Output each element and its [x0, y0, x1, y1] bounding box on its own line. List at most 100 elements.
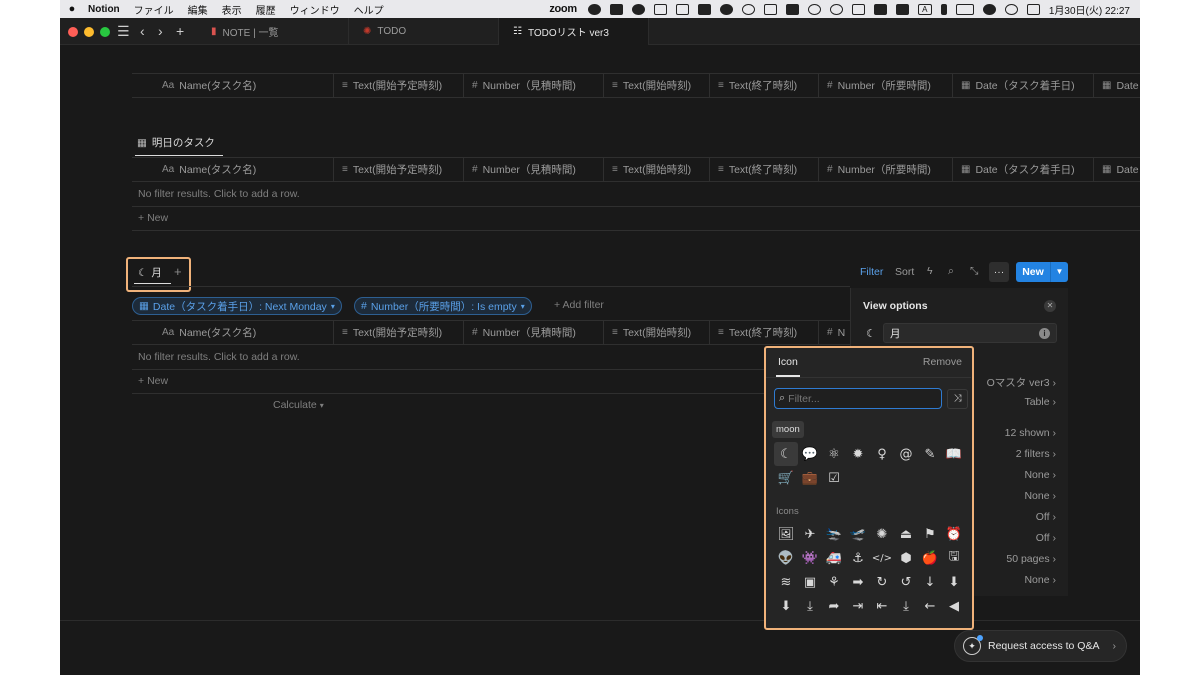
option-properties-value[interactable]: 12 shown › [1005, 427, 1056, 439]
icon-option[interactable]: ✈ [798, 522, 822, 546]
option-layout-value[interactable]: Table › [1024, 396, 1056, 408]
line-tray-icon[interactable] [719, 3, 733, 15]
tab-todo[interactable]: ✺ TODO [349, 18, 499, 45]
filter-pill-date[interactable]: ▦ Date（タスク着手日）: Next Monday ▾ [132, 297, 342, 315]
sidebar-menu-icon[interactable]: ☰ [117, 23, 130, 39]
filter-pill-number[interactable]: # Number（所要時間）: Is empty ▾ [354, 297, 532, 315]
icon-option[interactable]: ✹ [846, 442, 870, 466]
icon-option[interactable]: ⚑ [918, 522, 942, 546]
automation-bolt-icon[interactable]: ϟ [927, 265, 933, 277]
column-header[interactable]: ≡ Text(終了時刻) [710, 74, 819, 97]
column-header[interactable]: ≡ Text(開始予定時刻) [334, 321, 464, 344]
new-button[interactable]: New ▼ [1016, 262, 1068, 282]
icon-option[interactable]: 🛒 [774, 466, 798, 490]
icon-option[interactable]: ♀ [870, 442, 894, 466]
icon-option[interactable]: ⇥ [846, 594, 870, 618]
icon-option[interactable]: ▣ [798, 570, 822, 594]
status-app-icon[interactable] [587, 3, 601, 15]
column-header[interactable]: # Number（見積時間) [464, 158, 604, 181]
menu-view[interactable]: 表示 [222, 2, 242, 17]
icon-option[interactable]: ⇤ [870, 594, 894, 618]
battery-icon[interactable] [955, 3, 974, 15]
icon-option[interactable]: @ [894, 442, 918, 466]
calculate-button[interactable]: Calculate ▾ [273, 399, 324, 411]
icon-option[interactable]: ☾ [774, 442, 798, 466]
column-header[interactable]: ≡ Text(終了時刻) [710, 158, 819, 181]
icon-option[interactable]: ⬇ [942, 570, 966, 594]
icon-option[interactable]: 🛫 [846, 522, 870, 546]
icon-option[interactable]: ≋ [774, 570, 798, 594]
add-view-plus-icon[interactable]: + [174, 264, 182, 279]
icon-option[interactable]: ⚛ [822, 442, 846, 466]
column-header-name[interactable]: Aa Name(タスク名) [132, 321, 334, 344]
add-new-row-button[interactable]: + New [138, 375, 168, 387]
clipboard-tray-icon[interactable] [675, 3, 689, 15]
column-header[interactable]: ≡ Text(開始時刻) [604, 158, 710, 181]
expand-arrows-icon[interactable]: ⤡ [970, 265, 978, 278]
empty-table-hint[interactable]: No filter results. Click to add a row. [138, 351, 300, 363]
column-header-name[interactable]: Aa Name(タスク名) [132, 158, 334, 181]
icon-filter-input[interactable] [788, 392, 929, 405]
shuffle-icon[interactable]: ⤨ [947, 389, 968, 409]
icon-option[interactable]: 🛬 [822, 522, 846, 546]
chevron-down-icon[interactable]: ▼ [1050, 262, 1068, 282]
icon-option[interactable]: ↓ [918, 570, 942, 594]
icon-option[interactable]: </> [870, 546, 894, 570]
option-subitems-value[interactable]: Off › [1036, 511, 1056, 523]
icon-option[interactable]: 📖 [942, 442, 966, 466]
option-conditional-color-value[interactable]: None › [1024, 574, 1056, 586]
wifi-icon[interactable] [982, 3, 996, 15]
sort-button[interactable]: Sort [895, 266, 914, 278]
empty-table-hint[interactable]: No filter results. Click to add a row. [138, 188, 300, 200]
option-dependencies-value[interactable]: Off › [1036, 532, 1056, 544]
image-tray-icon[interactable] [697, 3, 711, 15]
request-qa-access-button[interactable]: ✦ Request access to Q&A › [954, 630, 1127, 662]
icon-option[interactable]: 🖼 [774, 522, 798, 546]
media-tray-icon[interactable] [785, 3, 799, 15]
column-header[interactable]: ≡ Text(開始予定時刻) [334, 74, 464, 97]
option-load-limit-value[interactable]: 50 pages › [1006, 553, 1056, 565]
icon-option[interactable]: ⚘ [822, 570, 846, 594]
icon-option[interactable]: 👽 [774, 546, 798, 570]
menubar-clock[interactable]: 1月30日(火) 22:27 [1049, 2, 1130, 17]
option-source-value[interactable]: Oマスタ ver3 › [987, 375, 1056, 390]
column-header[interactable]: ▦ Date [1094, 74, 1140, 97]
icon-option[interactable]: ➦ [822, 594, 846, 618]
add-filter-button[interactable]: + Add filter [554, 299, 604, 311]
icon-option[interactable]: ⬢ [894, 546, 918, 570]
column-header-name[interactable]: Aa Name(タスク名) [132, 74, 334, 97]
icon-option[interactable]: ⏏ [894, 522, 918, 546]
icon-option[interactable]: ↺ [894, 570, 918, 594]
icon-option[interactable]: ✺ [870, 522, 894, 546]
menu-window[interactable]: ウィンドウ [290, 2, 340, 17]
moon-icon[interactable]: ☾ [863, 323, 879, 343]
column-header[interactable]: ▦ Date（タスク着手日) [953, 74, 1094, 97]
close-window-button[interactable] [68, 27, 78, 37]
airdrop-tray-icon[interactable] [829, 3, 843, 15]
column-header[interactable]: # Number（所要時間) [819, 158, 953, 181]
forward-arrow-icon[interactable]: › [158, 23, 163, 39]
menu-help[interactable]: ヘルプ [354, 2, 384, 17]
icon-option[interactable]: ← [918, 594, 942, 618]
filter-button[interactable]: Filter [860, 266, 883, 278]
zoom-menu-extra[interactable]: zoom [549, 3, 577, 15]
info-icon[interactable]: i [1039, 328, 1050, 339]
icon-option[interactable]: 🍎 [918, 546, 942, 570]
icon-option[interactable]: 👾 [798, 546, 822, 570]
tab-icon[interactable]: Icon [778, 356, 798, 368]
column-header[interactable]: ≡ Text(開始予定時刻) [334, 158, 464, 181]
column-header[interactable]: # Number（見積時間) [464, 74, 604, 97]
car-tray-icon[interactable] [873, 3, 887, 15]
status-app-icon[interactable] [609, 3, 623, 15]
apple-menu-icon[interactable]: ● [60, 3, 84, 15]
column-header[interactable]: # N [819, 321, 850, 344]
column-header[interactable]: ▦ Date [1094, 158, 1140, 181]
back-arrow-icon[interactable]: ‹ [140, 23, 145, 39]
menu-edit[interactable]: 編集 [188, 2, 208, 17]
icon-option[interactable]: 💼 [798, 466, 822, 490]
icon-option[interactable]: ➡ [846, 570, 870, 594]
notion-tray-icon[interactable] [653, 3, 667, 15]
icon-option[interactable]: ✎ [918, 442, 942, 466]
close-icon[interactable]: ✕ [1044, 300, 1056, 312]
menu-file[interactable]: ファイル [134, 2, 174, 17]
